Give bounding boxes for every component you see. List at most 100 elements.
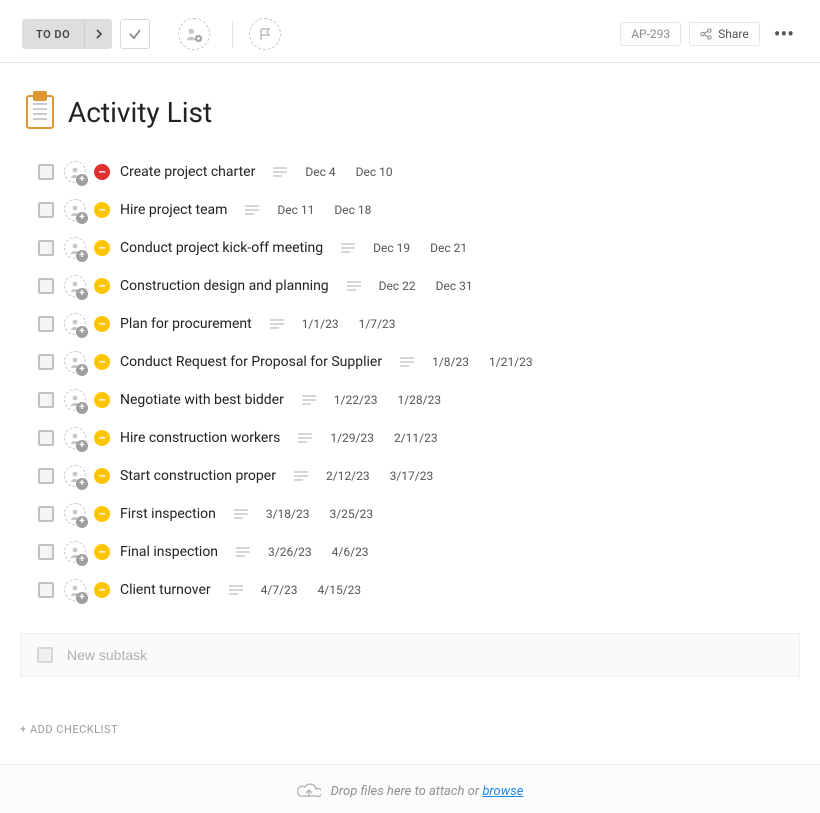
task-title[interactable]: Conduct project kick-off meeting (120, 240, 323, 256)
task-assignee-button[interactable] (64, 465, 86, 487)
task-title[interactable]: Construction design and planning (120, 278, 329, 294)
set-priority-button[interactable] (249, 18, 281, 50)
task-assignee-button[interactable] (64, 579, 86, 601)
task-title[interactable]: Client turnover (120, 582, 211, 598)
task-start-date[interactable]: 1/29/23 (330, 431, 374, 445)
page-title[interactable]: Activity List (68, 96, 212, 129)
task-start-date[interactable]: 1/22/23 (334, 393, 378, 407)
task-assignee-button[interactable] (64, 237, 86, 259)
task-row[interactable]: –First inspection 3/18/23 3/25/23 (38, 495, 808, 533)
status-label[interactable]: TO DO (22, 19, 84, 49)
task-priority-badge[interactable]: – (94, 316, 110, 332)
task-row[interactable]: –Create project charterDec 4Dec 10 (38, 153, 808, 191)
task-checkbox[interactable] (38, 430, 54, 446)
task-row[interactable]: –Hire project team Dec 11 Dec 18 (38, 191, 808, 229)
task-priority-badge[interactable]: – (94, 354, 110, 370)
task-row[interactable]: –Plan for procurement 1/1/23 1/7/23 (38, 305, 808, 343)
task-end-date[interactable]: 1/21/23 (489, 355, 533, 369)
task-assignee-button[interactable] (64, 389, 86, 411)
task-start-date[interactable]: Dec 19 (373, 241, 410, 255)
task-end-date[interactable]: 4/15/23 (318, 583, 362, 597)
task-title[interactable]: Hire project team (120, 202, 227, 218)
task-assignee-button[interactable] (64, 275, 86, 297)
task-start-date[interactable]: Dec 22 (379, 279, 416, 293)
task-end-date[interactable]: Dec 10 (356, 165, 393, 179)
task-priority-badge[interactable]: – (94, 392, 110, 408)
description-icon[interactable] (341, 243, 355, 253)
description-icon[interactable] (347, 281, 361, 291)
task-checkbox[interactable] (38, 240, 54, 256)
task-start-date[interactable]: 3/26/23 (268, 545, 312, 559)
task-checkbox[interactable] (38, 392, 54, 408)
task-row[interactable]: –Start construction proper2/12/233/17/23 (38, 457, 808, 495)
task-row[interactable]: –Hire construction workers1/29/232/11/23 (38, 419, 808, 457)
dropzone-browse-link[interactable]: browse (482, 784, 523, 799)
task-priority-badge[interactable]: – (94, 164, 110, 180)
task-end-date[interactable]: 1/7/23 (359, 317, 396, 331)
task-title[interactable]: Final inspection (120, 544, 218, 560)
task-end-date[interactable]: 3/25/23 (329, 507, 373, 521)
description-icon[interactable] (294, 471, 308, 481)
task-priority-badge[interactable]: – (94, 202, 110, 218)
task-checkbox[interactable] (38, 278, 54, 294)
task-checkbox[interactable] (38, 354, 54, 370)
task-title[interactable]: First inspection (120, 506, 216, 522)
description-icon[interactable] (273, 167, 287, 177)
task-priority-badge[interactable]: – (94, 506, 110, 522)
task-row[interactable]: –Conduct Request for Proposal for Suppli… (38, 343, 808, 381)
task-end-date[interactable]: 3/17/23 (390, 469, 434, 483)
task-assignee-button[interactable] (64, 503, 86, 525)
task-end-date[interactable]: 2/11/23 (394, 431, 438, 445)
task-checkbox[interactable] (38, 164, 54, 180)
task-checkbox[interactable] (38, 316, 54, 332)
task-assignee-button[interactable] (64, 351, 86, 373)
task-title[interactable]: Negotiate with best bidder (120, 392, 284, 408)
task-checkbox[interactable] (38, 202, 54, 218)
status-dropdown[interactable]: TO DO (22, 19, 112, 49)
task-title[interactable]: Plan for procurement (120, 316, 252, 332)
task-row[interactable]: –Client turnover 4/7/23 4/15/23 (38, 571, 808, 609)
task-start-date[interactable]: 1/1/23 (302, 317, 339, 331)
share-button[interactable]: Share (689, 22, 760, 46)
task-priority-badge[interactable]: – (94, 240, 110, 256)
task-row[interactable]: –Conduct project kick-off meeting Dec 19 D… (38, 229, 808, 267)
task-end-date[interactable]: Dec 31 (436, 279, 473, 293)
task-end-date[interactable]: Dec 21 (430, 241, 467, 255)
status-arrow-icon[interactable] (84, 19, 112, 49)
task-checkbox[interactable] (38, 582, 54, 598)
task-assignee-button[interactable] (64, 313, 86, 335)
task-end-date[interactable]: 4/6/23 (332, 545, 369, 559)
task-title[interactable]: Start construction proper (120, 468, 276, 484)
description-icon[interactable] (236, 547, 250, 557)
task-checkbox[interactable] (38, 544, 54, 560)
task-priority-badge[interactable]: – (94, 582, 110, 598)
task-start-date[interactable]: 1/8/23 (432, 355, 469, 369)
task-row[interactable]: –Final inspection 3/26/23 4/6/23 (38, 533, 808, 571)
task-assignee-button[interactable] (64, 427, 86, 449)
task-start-date[interactable]: Dec 4 (305, 165, 335, 179)
add-checklist-button[interactable]: + ADD CHECKLIST (20, 723, 820, 736)
description-icon[interactable] (298, 433, 312, 443)
new-subtask-row[interactable] (20, 633, 800, 677)
task-priority-badge[interactable]: – (94, 544, 110, 560)
description-icon[interactable] (234, 509, 248, 519)
task-start-date[interactable]: 4/7/23 (261, 583, 298, 597)
description-icon[interactable] (229, 585, 243, 595)
task-end-date[interactable]: Dec 18 (334, 203, 371, 217)
description-icon[interactable] (270, 319, 284, 329)
mark-complete-button[interactable] (120, 19, 150, 49)
task-row[interactable]: –Construction design and planningDec 22D… (38, 267, 808, 305)
task-checkbox[interactable] (38, 506, 54, 522)
task-start-date[interactable]: Dec 11 (277, 203, 314, 217)
issue-id-pill[interactable]: AP-293 (620, 22, 681, 46)
new-subtask-input[interactable] (65, 646, 783, 664)
task-start-date[interactable]: 3/18/23 (266, 507, 310, 521)
description-icon[interactable] (245, 205, 259, 215)
description-icon[interactable] (302, 395, 316, 405)
task-checkbox[interactable] (38, 468, 54, 484)
task-assignee-button[interactable] (64, 541, 86, 563)
task-priority-badge[interactable]: – (94, 430, 110, 446)
attachment-dropzone[interactable]: Drop files here to attach or browse (0, 764, 820, 813)
description-icon[interactable] (400, 357, 414, 367)
add-assignee-button[interactable] (178, 18, 210, 50)
